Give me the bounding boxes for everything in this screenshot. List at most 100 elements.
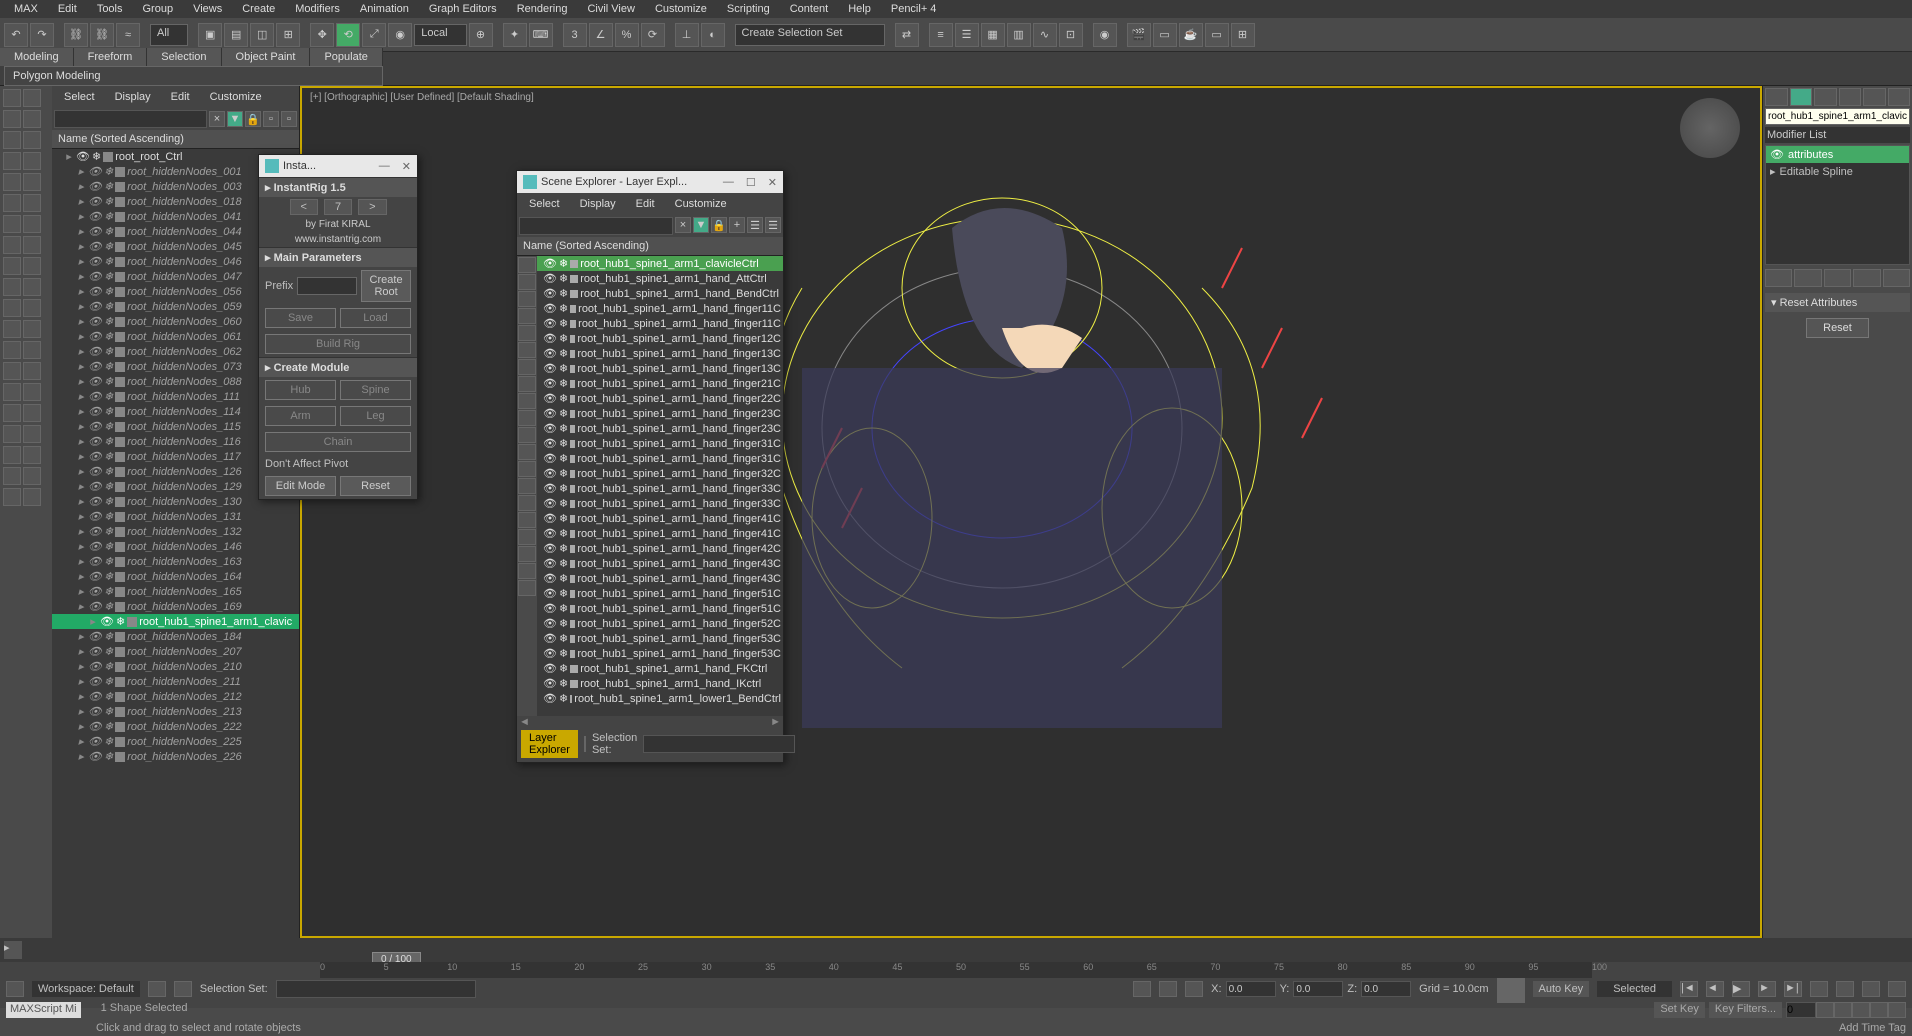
- create-module-header[interactable]: ▸ Create Module: [259, 357, 417, 377]
- le-toggle-icon[interactable]: [584, 736, 586, 752]
- coord-z-input[interactable]: [1361, 981, 1411, 997]
- script-icon[interactable]: [6, 981, 24, 997]
- timeline[interactable]: ▸ 0 / 100: [0, 938, 1912, 962]
- pin-stack-icon[interactable]: [1765, 269, 1792, 287]
- menu-tools[interactable]: Tools: [87, 1, 133, 17]
- frame-input[interactable]: [1786, 1002, 1816, 1018]
- filter-icon-23[interactable]: [23, 320, 41, 338]
- goto-start-icon[interactable]: |◄: [1680, 981, 1698, 997]
- le-item[interactable]: 👁❄ root_hub1_spine1_arm1_hand_finger41C: [537, 526, 783, 541]
- filter-icon-10[interactable]: [3, 194, 21, 212]
- le-filter-icon-16[interactable]: [518, 529, 536, 545]
- reset-button[interactable]: Reset: [1806, 318, 1869, 338]
- le-item[interactable]: 👁❄ root_hub1_spine1_arm1_hand_finger31C: [537, 436, 783, 451]
- le-item[interactable]: 👁❄ root_hub1_spine1_arm1_hand_finger53C: [537, 646, 783, 661]
- time-ruler[interactable]: 0510152025303540455055606570758085909510…: [320, 962, 1592, 978]
- minimize-icon[interactable]: —: [723, 176, 734, 189]
- filter-icon-39[interactable]: [23, 488, 41, 506]
- configure-icon[interactable]: [1883, 269, 1910, 287]
- render-frame-icon[interactable]: ▭: [1153, 23, 1177, 47]
- nav-icon4[interactable]: [1888, 981, 1906, 997]
- le-item[interactable]: 👁❄ root_hub1_spine1_arm1_hand_finger23C: [537, 406, 783, 421]
- layer-explorer-label[interactable]: Layer Explorer: [521, 730, 578, 758]
- le-filter-icon-18[interactable]: [518, 563, 536, 579]
- nav5-icon[interactable]: [1834, 1002, 1852, 1018]
- le-menu-edit[interactable]: Edit: [626, 195, 665, 213]
- ribbon-object paint[interactable]: Object Paint: [222, 48, 311, 66]
- setkey-button[interactable]: Set Key: [1654, 1002, 1705, 1018]
- next-frame-icon[interactable]: ►: [1758, 981, 1776, 997]
- menu-pencil-4[interactable]: Pencil+ 4: [881, 1, 947, 17]
- pivot-icon[interactable]: ⊕: [469, 23, 493, 47]
- filter-icon-6[interactable]: [3, 152, 21, 170]
- next-button[interactable]: >: [358, 199, 386, 215]
- window-crossing-icon[interactable]: ⊞: [276, 23, 300, 47]
- le-filter-icon-3[interactable]: [518, 308, 536, 324]
- le-filter-icon-7[interactable]: [518, 376, 536, 392]
- le-filter-icon-11[interactable]: [518, 444, 536, 460]
- le-filter-icon-13[interactable]: [518, 478, 536, 494]
- spine-button[interactable]: Spine: [340, 380, 411, 400]
- filter-icon-32[interactable]: [3, 425, 21, 443]
- menu-animation[interactable]: Animation: [350, 1, 419, 17]
- redo-icon[interactable]: ↷: [30, 23, 54, 47]
- main-params-header[interactable]: ▸ Main Parameters: [259, 247, 417, 267]
- filter-icon-12[interactable]: [3, 215, 21, 233]
- make-unique-icon[interactable]: [1824, 269, 1851, 287]
- time-config-icon[interactable]: [1816, 1002, 1834, 1018]
- le-item[interactable]: 👁❄ root_hub1_spine1_arm1_hand_finger51C: [537, 601, 783, 616]
- mirror-icon[interactable]: ⇄: [895, 23, 919, 47]
- le-filter-icon-9[interactable]: [518, 410, 536, 426]
- ir-reset-button[interactable]: Reset: [340, 476, 411, 496]
- minimize-icon[interactable]: —: [379, 160, 390, 173]
- filter-icon-24[interactable]: [3, 341, 21, 359]
- nav8-icon[interactable]: [1888, 1002, 1906, 1018]
- le-item[interactable]: 👁❄ root_hub1_spine1_arm1_hand_finger13C: [537, 346, 783, 361]
- big-key-icon[interactable]: [1497, 975, 1525, 1003]
- tree-item[interactable]: ▸👁❄ root_hiddenNodes_210: [52, 659, 299, 674]
- le-item[interactable]: 👁❄ root_hub1_spine1_arm1_clavicleCtrl: [537, 256, 783, 271]
- close-icon[interactable]: ✕: [402, 160, 411, 173]
- select-region-icon[interactable]: ◫: [250, 23, 274, 47]
- render-icon[interactable]: ☕: [1179, 23, 1203, 47]
- tree-item[interactable]: ▸👁❄ root_hub1_spine1_arm1_clavic: [52, 614, 299, 629]
- filter-icon[interactable]: ▼: [693, 217, 709, 233]
- filter-icon-27[interactable]: [23, 362, 41, 380]
- toggle-icon[interactable]: ▥: [1007, 23, 1031, 47]
- filter-icon-37[interactable]: [23, 467, 41, 485]
- filter-icon-20[interactable]: [3, 299, 21, 317]
- selection-set-field[interactable]: [276, 980, 476, 998]
- le-item[interactable]: 👁❄ root_hub1_spine1_arm1_hand_finger33C: [537, 481, 783, 496]
- filter-icon-15[interactable]: [23, 236, 41, 254]
- viewport-label[interactable]: [+] [Orthographic] [User Defined] [Defau…: [310, 92, 534, 103]
- filter-icon-9[interactable]: [23, 173, 41, 191]
- menu-rendering[interactable]: Rendering: [507, 1, 578, 17]
- filter-icon-36[interactable]: [3, 467, 21, 485]
- link-icon[interactable]: ⛓: [64, 23, 88, 47]
- tree-item[interactable]: ▸👁❄ root_hiddenNodes_184: [52, 629, 299, 644]
- le-item[interactable]: 👁❄ root_hub1_spine1_arm1_hand_finger53C: [537, 631, 783, 646]
- le-filter-icon-2[interactable]: [518, 291, 536, 307]
- filter-icon-2[interactable]: [3, 110, 21, 128]
- le-filter-icon-4[interactable]: [518, 325, 536, 341]
- filter-icon-22[interactable]: [3, 320, 21, 338]
- align-icon[interactable]: ≡: [929, 23, 953, 47]
- ref-coord-dropdown[interactable]: Local: [414, 24, 466, 46]
- arm-button[interactable]: Arm: [265, 406, 336, 426]
- tree-item[interactable]: ▸👁❄ root_hiddenNodes_131: [52, 509, 299, 524]
- filter-icon-5[interactable]: [23, 131, 41, 149]
- le-filter-icon-8[interactable]: [518, 393, 536, 409]
- clear-icon[interactable]: ×: [675, 217, 691, 233]
- select-icon[interactable]: ▣: [198, 23, 222, 47]
- build-rig-button[interactable]: Build Rig: [265, 334, 411, 354]
- tree-item[interactable]: ▸👁❄ root_hiddenNodes_169: [52, 599, 299, 614]
- material-icon[interactable]: ◉: [1093, 23, 1117, 47]
- play-icon[interactable]: ▶: [1732, 981, 1750, 997]
- le-filter-icon-12[interactable]: [518, 461, 536, 477]
- ribbon-modeling[interactable]: Modeling: [0, 48, 74, 66]
- layerexp-titlebar[interactable]: Scene Explorer - Layer Expl... —☐✕: [517, 171, 783, 193]
- close-icon[interactable]: ✕: [768, 176, 777, 189]
- angle-snap-icon[interactable]: ∠: [589, 23, 613, 47]
- filter-icon-21[interactable]: [23, 299, 41, 317]
- load-button[interactable]: Load: [340, 308, 411, 328]
